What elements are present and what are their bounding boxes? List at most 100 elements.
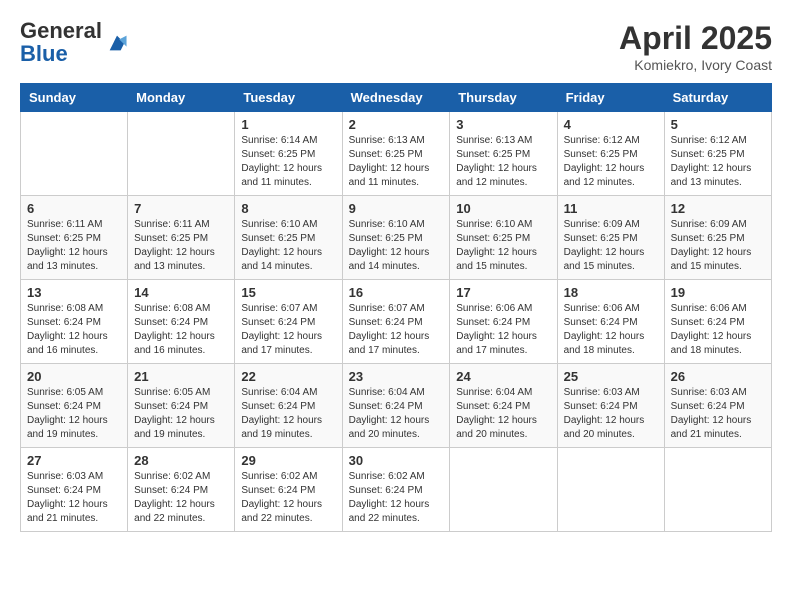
day-info: Sunrise: 6:05 AM Sunset: 6:24 PM Dayligh… [134, 386, 228, 442]
calendar-day-cell: 25Sunrise: 6:03 AM Sunset: 6:24 PM Dayli… [557, 364, 664, 448]
day-info: Sunrise: 6:09 AM Sunset: 6:25 PM Dayligh… [564, 218, 658, 274]
calendar-day-cell: 29 Sunrise: 6:02 AM Sunset: 6:24 PM Dayli… [235, 448, 342, 532]
day-number: 23 [349, 369, 444, 384]
day-info: Sunrise: 6:02 AM Sunset: 6:24 PM Dayligh… [349, 470, 444, 526]
calendar-day-cell [21, 112, 128, 196]
calendar-day-cell: 2Sunrise: 6:13 AM Sunset: 6:25 PM Daylig… [342, 112, 450, 196]
day-number: 14 [134, 285, 228, 300]
day-info: Sunrise: 6:03 AM Sunset: 6:24 PM Dayligh… [671, 386, 765, 442]
logo: General Blue [20, 20, 128, 66]
day-info: Sunrise: 6:04 AM Sunset: 6:24 PM Dayligh… [241, 386, 335, 442]
day-info: Sunrise: 6:12 AM Sunset: 6:25 PM Dayligh… [671, 134, 765, 190]
calendar-day-cell [450, 448, 557, 532]
calendar-day-cell: 15Sunrise: 6:07 AM Sunset: 6:24 PM Dayli… [235, 280, 342, 364]
calendar-day-cell: 17 Sunrise: 6:06 AM Sunset: 6:24 PM Dayli… [450, 280, 557, 364]
day-info: Sunrise: 6:13 AM Sunset: 6:25 PM Dayligh… [456, 134, 550, 190]
page-subtitle: Komiekro, Ivory Coast [619, 57, 772, 73]
day-info: Sunrise: 6:14 AM Sunset: 6:25 PM Dayligh… [241, 134, 335, 190]
calendar-week-row: 27 Sunrise: 6:03 AM Sunset: 6:24 PM Dayli… [21, 448, 772, 532]
calendar-day-cell: 8 Sunrise: 6:10 AM Sunset: 6:25 PM Daylig… [235, 196, 342, 280]
calendar-day-cell: 26 Sunrise: 6:03 AM Sunset: 6:24 PM Dayli… [664, 364, 771, 448]
day-number: 24 [456, 369, 550, 384]
day-info: Sunrise: 6:11 AM Sunset: 6:25 PM Dayligh… [27, 218, 121, 274]
day-number: 15 [241, 285, 335, 300]
day-info: Sunrise: 6:10 AM Sunset: 6:25 PM Dayligh… [349, 218, 444, 274]
day-number: 12 [671, 201, 765, 216]
day-number: 30 [349, 453, 444, 468]
calendar-week-row: 6 Sunrise: 6:11 AM Sunset: 6:25 PM Daylig… [21, 196, 772, 280]
day-number: 27 [27, 453, 121, 468]
day-number: 4 [564, 117, 658, 132]
calendar-day-cell [557, 448, 664, 532]
day-info: Sunrise: 6:06 AM Sunset: 6:24 PM Dayligh… [456, 302, 550, 358]
calendar-day-cell: 22 Sunrise: 6:04 AM Sunset: 6:24 PM Dayli… [235, 364, 342, 448]
calendar-week-row: 20 Sunrise: 6:05 AM Sunset: 6:24 PM Dayli… [21, 364, 772, 448]
day-number: 29 [241, 453, 335, 468]
day-info: Sunrise: 6:02 AM Sunset: 6:24 PM Dayligh… [241, 470, 335, 526]
title-block: April 2025 Komiekro, Ivory Coast [619, 20, 772, 73]
calendar-week-row: 1 Sunrise: 6:14 AM Sunset: 6:25 PM Daylig… [21, 112, 772, 196]
calendar-day-cell: 18Sunrise: 6:06 AM Sunset: 6:24 PM Dayli… [557, 280, 664, 364]
day-info: Sunrise: 6:03 AM Sunset: 6:24 PM Dayligh… [27, 470, 121, 526]
day-number: 16 [349, 285, 444, 300]
day-info: Sunrise: 6:07 AM Sunset: 6:24 PM Dayligh… [349, 302, 444, 358]
day-number: 28 [134, 453, 228, 468]
day-number: 7 [134, 201, 228, 216]
day-info: Sunrise: 6:06 AM Sunset: 6:24 PM Dayligh… [564, 302, 658, 358]
calendar-day-cell: 16 Sunrise: 6:07 AM Sunset: 6:24 PM Dayli… [342, 280, 450, 364]
day-number: 22 [241, 369, 335, 384]
day-info: Sunrise: 6:05 AM Sunset: 6:24 PM Dayligh… [27, 386, 121, 442]
calendar-day-cell: 1 Sunrise: 6:14 AM Sunset: 6:25 PM Daylig… [235, 112, 342, 196]
calendar-day-cell: 20 Sunrise: 6:05 AM Sunset: 6:24 PM Dayli… [21, 364, 128, 448]
calendar-day-header: Monday [128, 84, 235, 112]
calendar-day-cell: 24 Sunrise: 6:04 AM Sunset: 6:24 PM Dayli… [450, 364, 557, 448]
calendar-day-header: Tuesday [235, 84, 342, 112]
day-info: Sunrise: 6:13 AM Sunset: 6:25 PM Dayligh… [349, 134, 444, 190]
day-info: Sunrise: 6:04 AM Sunset: 6:24 PM Dayligh… [349, 386, 444, 442]
day-number: 20 [27, 369, 121, 384]
day-number: 1 [241, 117, 335, 132]
calendar-day-cell: 19 Sunrise: 6:06 AM Sunset: 6:24 PM Dayli… [664, 280, 771, 364]
day-number: 6 [27, 201, 121, 216]
day-info: Sunrise: 6:08 AM Sunset: 6:24 PM Dayligh… [27, 302, 121, 358]
calendar-day-cell: 28Sunrise: 6:02 AM Sunset: 6:24 PM Dayli… [128, 448, 235, 532]
day-info: Sunrise: 6:11 AM Sunset: 6:25 PM Dayligh… [134, 218, 228, 274]
day-info: Sunrise: 6:06 AM Sunset: 6:24 PM Dayligh… [671, 302, 765, 358]
day-number: 5 [671, 117, 765, 132]
calendar-day-cell: 12 Sunrise: 6:09 AM Sunset: 6:25 PM Dayli… [664, 196, 771, 280]
calendar-day-cell: 23 Sunrise: 6:04 AM Sunset: 6:24 PM Dayli… [342, 364, 450, 448]
day-number: 8 [241, 201, 335, 216]
day-info: Sunrise: 6:03 AM Sunset: 6:24 PM Dayligh… [564, 386, 658, 442]
logo-blue: Blue [20, 41, 68, 66]
day-number: 3 [456, 117, 550, 132]
day-number: 19 [671, 285, 765, 300]
day-info: Sunrise: 6:04 AM Sunset: 6:24 PM Dayligh… [456, 386, 550, 442]
calendar-day-cell: 4 Sunrise: 6:12 AM Sunset: 6:25 PM Daylig… [557, 112, 664, 196]
day-info: Sunrise: 6:10 AM Sunset: 6:25 PM Dayligh… [241, 218, 335, 274]
day-info: Sunrise: 6:08 AM Sunset: 6:24 PM Dayligh… [134, 302, 228, 358]
day-info: Sunrise: 6:12 AM Sunset: 6:25 PM Dayligh… [564, 134, 658, 190]
day-number: 26 [671, 369, 765, 384]
calendar-day-cell: 30 Sunrise: 6:02 AM Sunset: 6:24 PM Dayli… [342, 448, 450, 532]
day-info: Sunrise: 6:10 AM Sunset: 6:25 PM Dayligh… [456, 218, 550, 274]
calendar-day-cell: 6 Sunrise: 6:11 AM Sunset: 6:25 PM Daylig… [21, 196, 128, 280]
day-number: 21 [134, 369, 228, 384]
calendar-week-row: 13Sunrise: 6:08 AM Sunset: 6:24 PM Dayli… [21, 280, 772, 364]
calendar-day-header: Sunday [21, 84, 128, 112]
day-number: 10 [456, 201, 550, 216]
day-number: 17 [456, 285, 550, 300]
calendar-day-cell: 13Sunrise: 6:08 AM Sunset: 6:24 PM Dayli… [21, 280, 128, 364]
day-info: Sunrise: 6:09 AM Sunset: 6:25 PM Dayligh… [671, 218, 765, 274]
calendar-day-cell: 5 Sunrise: 6:12 AM Sunset: 6:25 PM Daylig… [664, 112, 771, 196]
calendar-day-cell [664, 448, 771, 532]
page-title: April 2025 [619, 20, 772, 57]
calendar-day-cell: 10 Sunrise: 6:10 AM Sunset: 6:25 PM Dayli… [450, 196, 557, 280]
calendar-day-cell [128, 112, 235, 196]
calendar-day-header: Thursday [450, 84, 557, 112]
logo-general: General [20, 18, 102, 43]
calendar-day-cell: 7 Sunrise: 6:11 AM Sunset: 6:25 PM Daylig… [128, 196, 235, 280]
day-number: 11 [564, 201, 658, 216]
calendar-day-cell: 27 Sunrise: 6:03 AM Sunset: 6:24 PM Dayli… [21, 448, 128, 532]
day-number: 9 [349, 201, 444, 216]
calendar-day-header: Saturday [664, 84, 771, 112]
